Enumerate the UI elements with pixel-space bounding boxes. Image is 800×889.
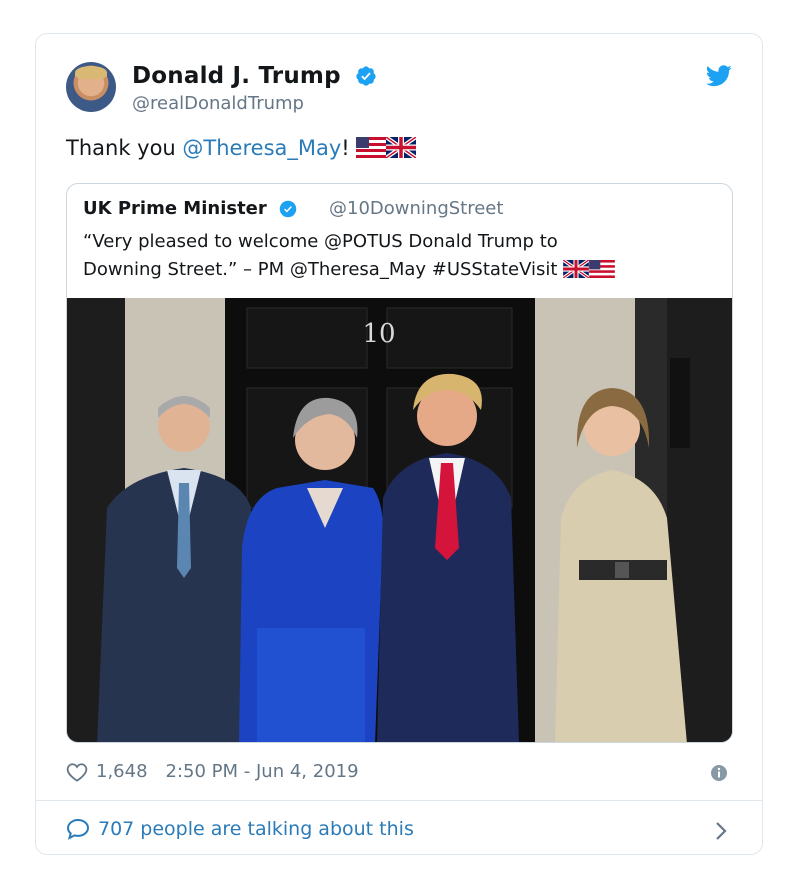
twitter-bird-icon[interactable] bbox=[706, 65, 732, 87]
heart-icon[interactable] bbox=[66, 762, 88, 782]
quoted-text-line1: “Very pleased to welcome @POTUS Donald T… bbox=[83, 231, 558, 252]
quoted-author-name-text[interactable]: UK Prime Minister bbox=[83, 198, 267, 219]
us-flag-icon bbox=[356, 137, 387, 158]
verified-icon bbox=[279, 200, 297, 218]
uk-flag-icon bbox=[386, 137, 417, 158]
author-avatar[interactable] bbox=[66, 62, 116, 112]
quoted-author-name[interactable]: UK Prime Minister bbox=[83, 198, 297, 219]
like-count[interactable]: 1,648 bbox=[96, 761, 148, 782]
tweet-text-prefix: Thank you bbox=[66, 136, 183, 160]
tweet-text: Thank you @Theresa_May! bbox=[66, 136, 417, 160]
tweet-card: Donald J. Trump @realDonaldTrump Thank y… bbox=[35, 33, 763, 855]
quoted-text: “Very pleased to welcome @POTUS Donald T… bbox=[83, 228, 713, 284]
author-name[interactable]: Donald J. Trump bbox=[132, 63, 377, 89]
quoted-author-handle[interactable]: @10DowningStreet bbox=[329, 198, 503, 219]
quoted-text-line2: Downing Street.” – PM @Theresa_May #USSt… bbox=[83, 259, 558, 280]
timestamp[interactable]: 2:50 PM - Jun 4, 2019 bbox=[166, 761, 359, 782]
verified-icon bbox=[356, 66, 376, 86]
uk-flag-icon bbox=[563, 260, 590, 278]
info-icon[interactable] bbox=[710, 764, 728, 782]
conversation-link[interactable]: 707 people are talking about this bbox=[66, 818, 414, 840]
divider bbox=[36, 800, 762, 801]
quoted-text-line2-wrap: Downing Street.” – PM @Theresa_May #USSt… bbox=[83, 256, 713, 284]
door-number: 10 bbox=[362, 319, 395, 349]
chevron-right-icon[interactable] bbox=[714, 821, 728, 841]
quoted-photo[interactable]: 10 bbox=[67, 298, 733, 743]
author-handle[interactable]: @realDonaldTrump bbox=[132, 93, 304, 114]
talking-count[interactable]: 707 people are talking about this bbox=[98, 818, 414, 840]
tweet-text-suffix: ! bbox=[341, 136, 350, 160]
us-flag-icon bbox=[589, 260, 616, 278]
author-name-text[interactable]: Donald J. Trump bbox=[132, 63, 341, 89]
quoted-tweet[interactable]: UK Prime Minister @10DowningStreet “Very… bbox=[66, 183, 733, 743]
speech-bubble-icon bbox=[66, 818, 90, 840]
tweet-meta: 1,648 2:50 PM - Jun 4, 2019 bbox=[66, 761, 359, 782]
mention-link[interactable]: @Theresa_May bbox=[182, 136, 341, 160]
